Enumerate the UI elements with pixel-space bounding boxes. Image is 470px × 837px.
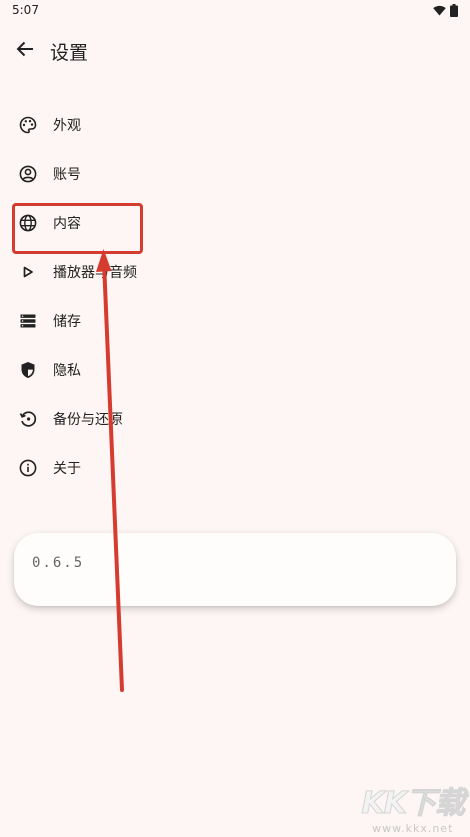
watermark-url: www.kkx.net: [372, 822, 454, 835]
watermark-logo: KK下载: [361, 786, 465, 822]
annotation-arrow: [96, 249, 124, 692]
watermark: KK下载 www.kkx.net: [361, 778, 465, 836]
